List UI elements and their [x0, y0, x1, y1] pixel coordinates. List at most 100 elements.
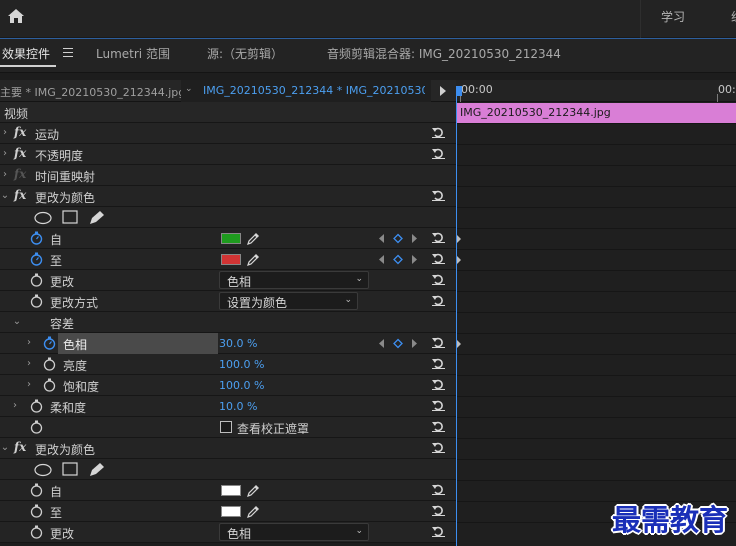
- param-row-from[interactable]: 自: [0, 228, 456, 249]
- panel-menu-icon[interactable]: [63, 48, 73, 57]
- chevron-down-icon[interactable]: ⌄: [0, 190, 10, 201]
- hue-value[interactable]: 30.0 %: [219, 337, 257, 350]
- from-color-swatch[interactable]: [221, 485, 241, 496]
- playhead-line[interactable]: [456, 90, 457, 546]
- reset-icon[interactable]: [432, 295, 445, 306]
- eyedropper-icon[interactable]: [246, 231, 261, 246]
- effect-row-change-to-color[interactable]: ⌄ fx 更改为颜色: [0, 186, 456, 207]
- reset-icon[interactable]: [432, 127, 445, 138]
- to-color-swatch[interactable]: [221, 506, 241, 517]
- reset-icon[interactable]: [432, 148, 445, 159]
- reset-icon[interactable]: [432, 274, 445, 285]
- timeline-keyframe-marker[interactable]: [457, 256, 461, 264]
- rectangle-mask-icon[interactable]: [62, 462, 78, 476]
- keyframe-navigator[interactable]: [378, 233, 418, 244]
- fx-icon[interactable]: fx: [14, 125, 26, 139]
- video-section-header[interactable]: 视频: [0, 102, 456, 123]
- param-row-change[interactable]: 更改 色相 ⌄: [0, 270, 456, 291]
- param-row-from-2[interactable]: 自: [0, 480, 456, 501]
- param-row-change-by[interactable]: 更改方式 设置为颜色 ⌄: [0, 291, 456, 312]
- effect-row-change-to-color-2[interactable]: ⌄ fx 更改为颜色: [0, 438, 456, 459]
- param-row-change-2[interactable]: 更改 色相 ⌄: [0, 522, 456, 543]
- pen-mask-icon[interactable]: [90, 211, 104, 224]
- reset-icon[interactable]: [432, 484, 445, 495]
- param-row-view-mask[interactable]: 查看校正遮罩: [0, 417, 456, 438]
- chevron-right-icon[interactable]: ›: [0, 148, 10, 159]
- to-color-swatch[interactable]: [221, 254, 241, 265]
- timeline-clip[interactable]: IMG_20210530_212344.jpg: [457, 103, 736, 123]
- change-dropdown[interactable]: 色相 ⌄: [219, 271, 369, 289]
- softness-value[interactable]: 10.0 %: [219, 400, 257, 413]
- reset-icon[interactable]: [432, 421, 445, 432]
- rectangle-mask-icon[interactable]: [62, 210, 78, 224]
- pen-mask-icon[interactable]: [90, 463, 104, 476]
- reset-icon[interactable]: [432, 190, 445, 201]
- stopwatch-icon[interactable]: [30, 252, 43, 266]
- chevron-right-icon[interactable]: ›: [0, 169, 10, 180]
- master-clip-label[interactable]: 主要 * IMG_20210530_212344.jpg: [0, 84, 185, 100]
- reset-icon[interactable]: [432, 505, 445, 516]
- reset-icon[interactable]: [432, 232, 445, 243]
- stopwatch-icon[interactable]: [43, 378, 56, 392]
- chevron-right-icon[interactable]: ›: [0, 127, 10, 138]
- reset-icon[interactable]: [432, 358, 445, 369]
- fx-icon[interactable]: fx: [14, 146, 26, 160]
- eyedropper-icon[interactable]: [246, 504, 261, 519]
- eyedropper-icon[interactable]: [246, 483, 261, 498]
- eyedropper-icon[interactable]: [246, 252, 261, 267]
- stopwatch-icon[interactable]: [30, 504, 43, 518]
- fx-icon[interactable]: fx: [14, 440, 26, 454]
- reset-icon[interactable]: [432, 379, 445, 390]
- effect-row-opacity[interactable]: › fx 不透明度: [0, 144, 456, 165]
- param-row-hue[interactable]: › 色相 30.0 %: [0, 333, 456, 354]
- change-by-dropdown[interactable]: 设置为颜色 ⌄: [219, 292, 358, 310]
- ellipse-mask-icon[interactable]: [34, 211, 52, 225]
- tab-source[interactable]: 源:（无剪辑）: [207, 45, 283, 62]
- timeline-keyframe-marker[interactable]: [457, 235, 461, 243]
- lightness-value[interactable]: 100.0 %: [219, 358, 264, 371]
- home-icon[interactable]: [7, 8, 25, 24]
- tab-audio-clip-mixer[interactable]: 音频剪辑混合器: IMG_20210530_212344: [327, 45, 561, 62]
- stopwatch-icon[interactable]: [30, 294, 43, 308]
- reset-icon[interactable]: [432, 526, 445, 537]
- show-timeline-arrow-icon[interactable]: [440, 86, 446, 96]
- effect-row-time-remap[interactable]: › fx 时间重映射: [0, 165, 456, 186]
- workspace-tab-learn[interactable]: 学习: [661, 8, 685, 25]
- param-row-saturation[interactable]: › 饱和度 100.0 %: [0, 375, 456, 396]
- keyframe-navigator[interactable]: [378, 254, 418, 265]
- stopwatch-icon[interactable]: [43, 357, 56, 371]
- tab-lumetri-scopes[interactable]: Lumetri 范围: [96, 45, 170, 62]
- reset-icon[interactable]: [432, 442, 445, 453]
- fx-icon[interactable]: fx: [14, 188, 26, 202]
- chevron-down-icon[interactable]: ⌄: [0, 442, 10, 453]
- chevron-right-icon[interactable]: ›: [24, 379, 34, 390]
- stopwatch-icon[interactable]: [30, 231, 43, 245]
- param-row-softness[interactable]: › 柔和度 10.0 %: [0, 396, 456, 417]
- from-color-swatch[interactable]: [221, 233, 241, 244]
- chevron-down-icon[interactable]: ⌄: [185, 84, 193, 94]
- tab-effect-controls[interactable]: 效果控件: [2, 45, 50, 62]
- timeline-ruler[interactable]: 00:00 00:: [456, 80, 736, 102]
- param-row-lightness[interactable]: › 亮度 100.0 %: [0, 354, 456, 375]
- effect-row-motion[interactable]: › fx 运动: [0, 123, 456, 144]
- reset-icon[interactable]: [432, 400, 445, 411]
- stopwatch-icon[interactable]: [30, 483, 43, 497]
- param-group-tolerance[interactable]: ⌄ 容差: [0, 312, 456, 333]
- workspace-tab-assembly[interactable]: 组: [731, 8, 736, 25]
- reset-icon[interactable]: [432, 253, 445, 264]
- chevron-down-icon[interactable]: ⌄: [12, 316, 22, 327]
- mini-timeline[interactable]: [456, 102, 736, 546]
- view-mask-checkbox[interactable]: [220, 421, 232, 433]
- keyframe-navigator[interactable]: [378, 338, 418, 349]
- stopwatch-icon[interactable]: [30, 399, 43, 413]
- sequence-clip-label[interactable]: IMG_20210530_212344 * IMG_20210530_21234…: [203, 84, 425, 97]
- change-dropdown[interactable]: 色相 ⌄: [219, 523, 369, 541]
- stopwatch-icon[interactable]: [43, 336, 56, 350]
- chevron-right-icon[interactable]: ›: [24, 358, 34, 369]
- stopwatch-icon[interactable]: [30, 525, 43, 539]
- stopwatch-icon[interactable]: [30, 273, 43, 287]
- saturation-value[interactable]: 100.0 %: [219, 379, 264, 392]
- stopwatch-icon[interactable]: [30, 420, 43, 434]
- reset-icon[interactable]: [432, 337, 445, 348]
- param-row-to-2[interactable]: 至: [0, 501, 456, 522]
